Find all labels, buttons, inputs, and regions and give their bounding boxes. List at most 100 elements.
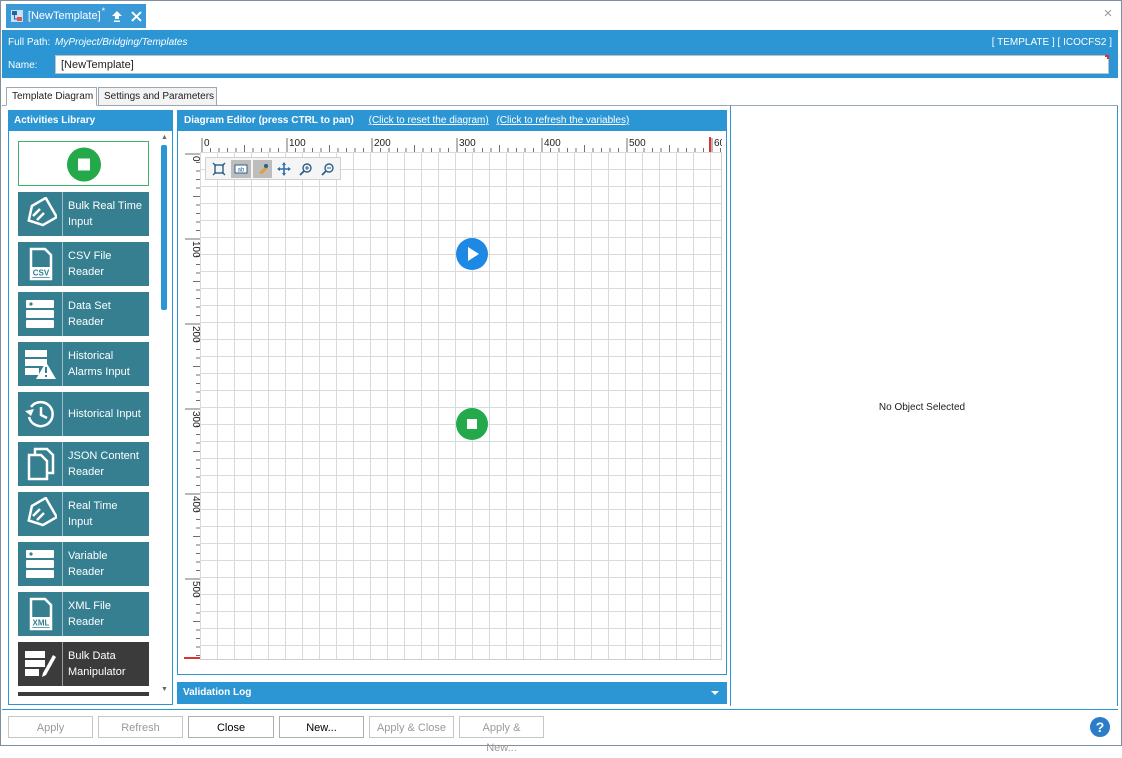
ruler-marker xyxy=(184,657,200,659)
historical-alarm-icon xyxy=(18,342,63,386)
label-icon[interactable]: ab xyxy=(230,159,251,178)
library-item-label: Bulk Real Time xyxy=(68,200,142,212)
library-item-partial xyxy=(18,692,149,696)
library-item-bulk-real-time-input[interactable]: Bulk Real Time Input xyxy=(18,192,149,236)
name-modified-indicator xyxy=(1105,55,1109,59)
apply-and-new-button[interactable]: Apply & New... xyxy=(459,716,544,754)
pin-icon[interactable] xyxy=(111,10,123,23)
no-object-selected-text: No Object Selected xyxy=(878,402,966,413)
horizontal-ruler: 0 100 200 300 400 500 60 xyxy=(200,136,722,153)
library-item-xml-file-reader[interactable]: XML XML File Reader xyxy=(18,592,149,636)
zoom-in-icon[interactable] xyxy=(296,160,316,178)
library-item-label: Reader xyxy=(68,466,105,478)
ruler-label: 300 xyxy=(459,138,476,149)
full-path-label: Full Path: xyxy=(8,37,51,48)
name-label: Name: xyxy=(8,60,38,71)
library-item-bulk-data-manipulator[interactable]: Bulk Data Manipulator xyxy=(18,642,149,686)
tag-icon xyxy=(18,492,63,536)
play-icon xyxy=(468,247,479,261)
ruler-label: 60 xyxy=(714,138,722,149)
library-item-label: XML File xyxy=(68,600,111,612)
start-node[interactable] xyxy=(456,238,488,270)
data-manipulator-icon xyxy=(18,642,63,686)
library-item-json-content-reader[interactable]: JSON Content Reader xyxy=(18,442,149,486)
refresh-variables-link[interactable]: (Click to refresh the variables) xyxy=(496,115,629,126)
name-input[interactable] xyxy=(55,55,1109,74)
diagram-editor-header: Diagram Editor (press CTRL to pan) (Clic… xyxy=(178,111,726,131)
library-item-data-set-reader[interactable]: Data Set Reader xyxy=(18,292,149,336)
json-file-icon xyxy=(18,442,63,486)
modified-marker: * xyxy=(101,6,106,16)
svg-text:CSV: CSV xyxy=(33,269,50,278)
library-item-label: Input xyxy=(68,216,93,228)
template-icon xyxy=(10,10,23,22)
window-close-icon[interactable]: × xyxy=(1100,6,1116,22)
library-item-historical-alarms-input[interactable]: Historical Alarms Input xyxy=(18,342,149,386)
stop-icon xyxy=(467,419,477,429)
history-icon xyxy=(18,392,63,436)
full-path-value: MyProject/Bridging/Templates xyxy=(55,37,188,48)
zoom-out-icon[interactable] xyxy=(318,160,338,178)
close-icon[interactable] xyxy=(131,10,142,22)
library-item-label: JSON Content xyxy=(68,450,139,462)
scroll-up-arrow-icon[interactable]: ▲ xyxy=(160,134,169,144)
reset-diagram-link[interactable]: (Click to reset the diagram) xyxy=(369,115,489,126)
library-item-label: Data Set xyxy=(68,300,111,312)
diagram-toolbar: ab xyxy=(205,157,341,180)
snap-icon[interactable] xyxy=(252,159,273,178)
document-tab[interactable]: [NewTemplate] * xyxy=(6,4,146,28)
library-item-label: Reader xyxy=(68,616,105,628)
tag-icon xyxy=(18,192,63,236)
library-item-label: Historical Input xyxy=(68,408,141,420)
help-icon[interactable]: ? xyxy=(1090,717,1110,737)
diagram-editor-title: Diagram Editor (press CTRL to pan) xyxy=(184,115,354,126)
scroll-down-arrow-icon[interactable]: ▼ xyxy=(160,686,169,696)
fit-icon[interactable] xyxy=(209,160,229,178)
chevron-down-icon[interactable] xyxy=(710,688,720,698)
library-item-historical-input[interactable]: Historical Input xyxy=(18,392,149,436)
library-item-label: Historical xyxy=(68,350,114,362)
library-item-label: CSV File xyxy=(68,250,112,262)
stop-node[interactable] xyxy=(456,408,488,440)
tab-settings-and-parameters[interactable]: Settings and Parameters xyxy=(98,87,217,105)
dataset-icon xyxy=(18,292,63,336)
ruler-marker xyxy=(709,137,711,152)
tab-template-diagram[interactable]: Template Diagram xyxy=(6,87,97,106)
bottom-divider xyxy=(2,709,1118,710)
validation-log-header[interactable]: Validation Log xyxy=(177,682,727,704)
stop-icon xyxy=(67,147,101,182)
ruler-label: 500 xyxy=(629,138,646,149)
library-scrollbar-thumb[interactable] xyxy=(161,145,167,310)
library-item-real-time-input[interactable]: Real Time Input xyxy=(18,492,149,536)
apply-and-close-button[interactable]: Apply & Close xyxy=(369,716,454,738)
library-item-label: Reader xyxy=(68,316,105,328)
csv-file-icon: CSV xyxy=(18,242,63,286)
library-item-label: Variable xyxy=(68,550,108,562)
svg-text:ab: ab xyxy=(237,167,244,173)
svg-text:XML: XML xyxy=(33,619,50,628)
pan-icon[interactable] xyxy=(274,160,294,178)
refresh-button[interactable]: Refresh xyxy=(98,716,183,738)
diagram-canvas[interactable] xyxy=(200,152,722,660)
ruler-label: 0 xyxy=(204,138,210,149)
close-button[interactable]: Close xyxy=(188,716,274,738)
library-item-label: Bulk Data xyxy=(68,650,116,662)
library-item-label: Reader xyxy=(68,266,105,278)
template-id: [ TEMPLATE ] [ ICOCFS2 ] xyxy=(991,37,1112,48)
ruler-label: 200 xyxy=(374,138,391,149)
document-tab-title: [NewTemplate] xyxy=(27,10,101,22)
library-item-variable-reader[interactable]: Variable Reader xyxy=(18,542,149,586)
variable-icon xyxy=(18,542,63,586)
ruler-label: 100 xyxy=(289,138,306,149)
library-item-csv-file-reader[interactable]: CSV CSV File Reader xyxy=(18,242,149,286)
apply-button[interactable]: Apply xyxy=(8,716,93,738)
library-item-label: Alarms Input xyxy=(68,366,130,378)
activities-library-title: Activities Library xyxy=(9,111,172,131)
new-button[interactable]: New... xyxy=(279,716,364,738)
ruler-label: 400 xyxy=(544,138,561,149)
library-item-label: Manipulator xyxy=(68,666,126,678)
library-item-label: Input xyxy=(68,516,93,528)
library-item-label: Reader xyxy=(68,566,105,578)
library-stop-activity[interactable] xyxy=(18,141,149,186)
xml-file-icon: XML xyxy=(18,592,63,636)
